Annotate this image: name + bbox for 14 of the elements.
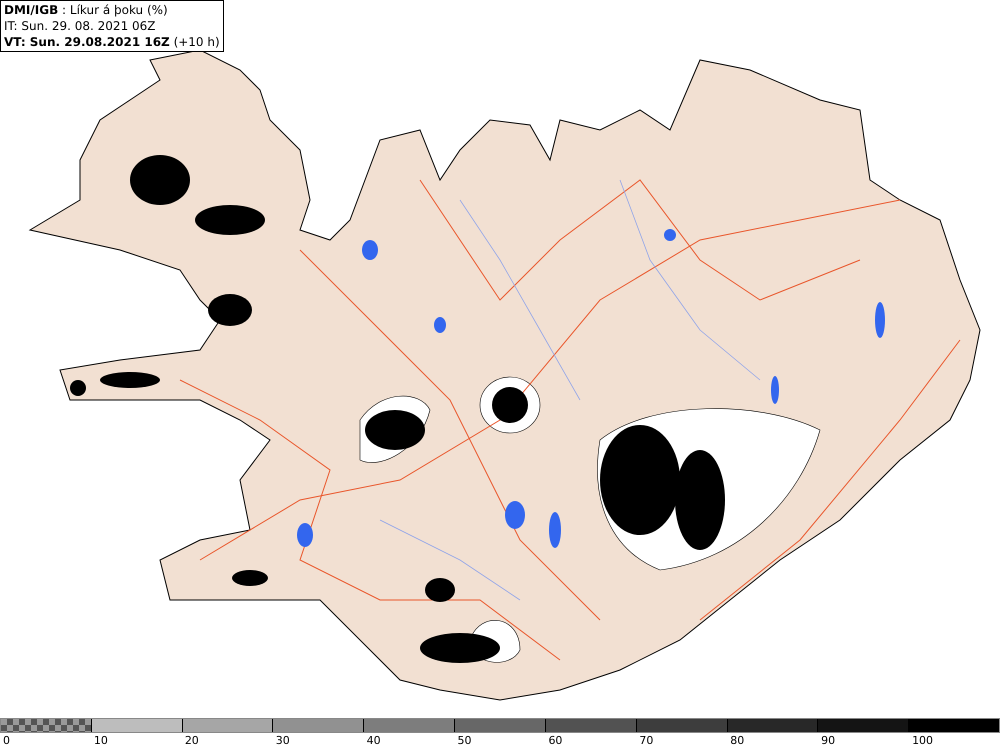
info-line: DMI/IGB : Líkur á þoku (%) [4,2,169,18]
scale-label: 60 [548,734,562,747]
info-line: IT: Sun. 29. 08. 2021 06Z [4,18,157,34]
scale-label: 40 [366,734,381,747]
scale-label: 80 [730,734,744,747]
scale-label: 0 [3,734,10,747]
info-line: VT: Sun. 29.08.2021 16Z (+10 h) [4,34,220,50]
scale-label: 70 [639,734,654,747]
scale-label: 90 [821,734,836,747]
scale-label: 10 [94,734,108,747]
scale-label: 30 [276,734,290,747]
scale-label: 50 [458,734,472,747]
scale-label: 20 [184,734,199,747]
scale-label: 100 [912,734,934,747]
